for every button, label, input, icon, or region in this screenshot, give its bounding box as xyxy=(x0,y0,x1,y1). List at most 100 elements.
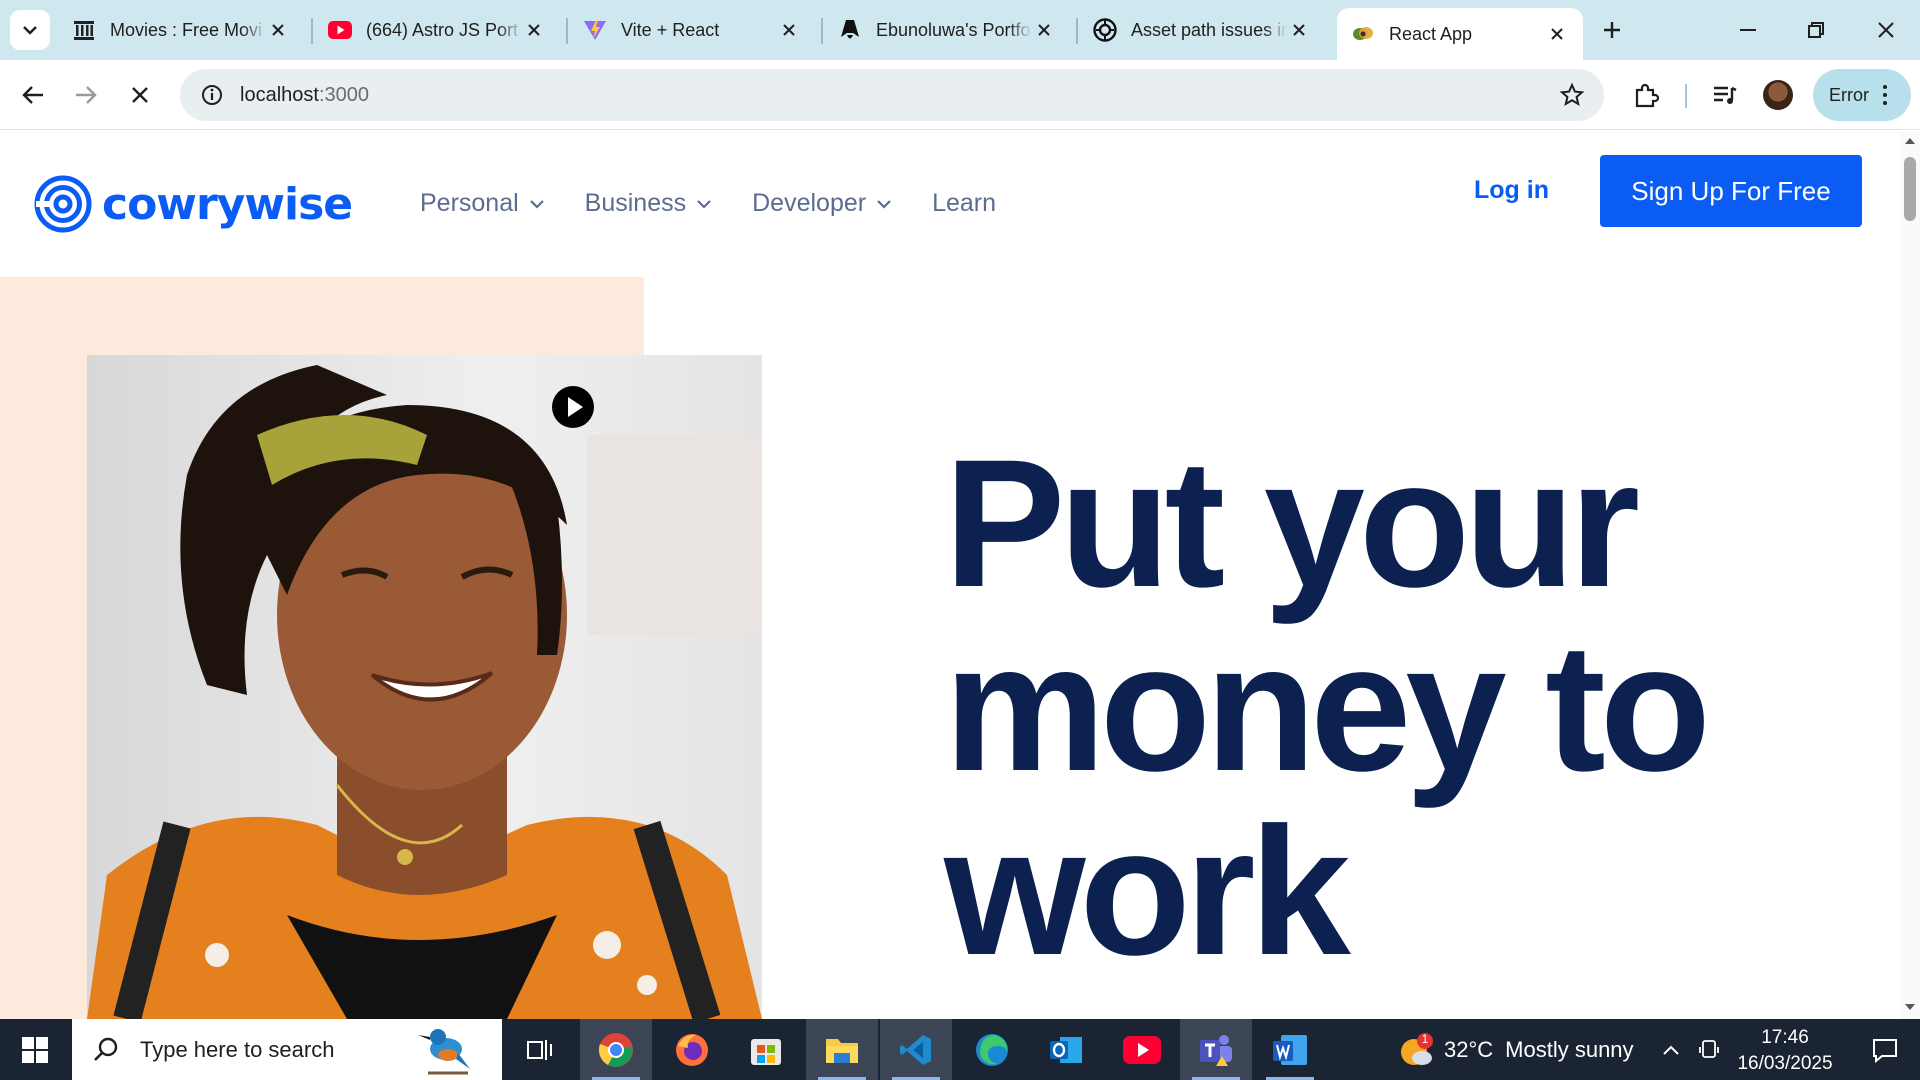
close-icon[interactable] xyxy=(1032,18,1056,42)
taskbar-vscode[interactable] xyxy=(880,1019,952,1080)
taskbar-file-explorer[interactable] xyxy=(806,1019,878,1080)
scroll-up-icon[interactable] xyxy=(1904,137,1916,145)
weather-badge: 1 xyxy=(1421,1031,1429,1046)
address-bar[interactable]: localhost:3000 xyxy=(180,69,1604,121)
tray-network-button[interactable] xyxy=(1694,1019,1724,1080)
more-vertical-icon xyxy=(1883,85,1889,105)
chevron-down-icon xyxy=(697,199,711,209)
site-header: cowrywise Personal Business Developer Le… xyxy=(0,131,1900,277)
signup-button[interactable]: Sign Up For Free xyxy=(1600,155,1862,227)
minimize-button[interactable] xyxy=(1720,8,1776,52)
login-link[interactable]: Log in xyxy=(1474,176,1549,205)
woman-portrait-illustration xyxy=(87,355,762,1019)
back-button[interactable] xyxy=(13,75,53,115)
kingfisher-bird-icon xyxy=(418,1029,470,1075)
nav-learn[interactable]: Learn xyxy=(932,189,996,218)
close-icon xyxy=(132,87,148,103)
chevron-down-icon xyxy=(877,199,891,209)
teams-icon xyxy=(1200,1034,1232,1066)
taskbar-clock[interactable]: 17:46 16/03/2025 xyxy=(1730,1025,1840,1077)
nav-developer[interactable]: Developer xyxy=(752,189,892,218)
arrow-right-icon xyxy=(76,86,97,104)
word-icon xyxy=(1273,1034,1307,1065)
tab-title: React App xyxy=(1389,23,1473,44)
firefox-icon xyxy=(676,1033,708,1066)
forward-button[interactable] xyxy=(66,75,106,115)
nav-business[interactable]: Business xyxy=(585,189,712,218)
url-host: localhost xyxy=(240,83,319,106)
hero-line-2: money to xyxy=(944,605,1711,809)
tab-portfolio[interactable]: Ebunoluwa's Portfo xyxy=(824,8,1070,52)
tab-separator xyxy=(566,18,568,44)
show-hidden-icons-button[interactable] xyxy=(1656,1019,1686,1080)
taskbar-outlook[interactable] xyxy=(1030,1019,1102,1080)
page-scrollbar[interactable] xyxy=(1900,131,1920,1019)
taskbar-microsoft-store[interactable] xyxy=(730,1019,802,1080)
taskbar-word[interactable] xyxy=(1254,1019,1326,1080)
weather-temp: 32°C xyxy=(1444,1036,1494,1062)
search-placeholder: Type here to search xyxy=(140,1036,335,1062)
outlook-icon xyxy=(1050,1036,1082,1063)
tab-title: Asset path issues in xyxy=(1131,19,1287,40)
browser-tab-strip: Movies : Free Movi (664) Astro JS Port V… xyxy=(0,0,1920,60)
taskbar-firefox[interactable] xyxy=(656,1019,728,1080)
tab-search-button[interactable] xyxy=(10,10,50,50)
extensions-button[interactable] xyxy=(1626,75,1666,115)
taskbar-search-box[interactable]: Type here to search xyxy=(72,1019,502,1080)
chrome-icon xyxy=(598,1032,633,1067)
file-explorer-icon xyxy=(826,1038,858,1063)
taskbar-youtube[interactable] xyxy=(1106,1019,1178,1080)
tab-astro-youtube[interactable]: (664) Astro JS Port xyxy=(314,8,560,52)
close-icon[interactable] xyxy=(522,18,546,42)
profile-avatar[interactable] xyxy=(1763,80,1793,110)
task-view-button[interactable] xyxy=(504,1019,576,1080)
browser-toolbar: localhost:3000 Error xyxy=(0,60,1920,130)
close-icon[interactable] xyxy=(1545,22,1569,46)
weather-widget[interactable]: 1 32°C Mostly sunny xyxy=(1398,1019,1634,1080)
play-icon[interactable] xyxy=(551,385,595,429)
notification-center-button[interactable] xyxy=(1850,1019,1920,1080)
main-nav: Personal Business Developer Learn xyxy=(420,189,1036,218)
minimize-icon xyxy=(1740,29,1756,31)
restore-button[interactable] xyxy=(1788,8,1844,52)
close-window-button[interactable] xyxy=(1858,8,1914,52)
scroll-down-icon[interactable] xyxy=(1904,1003,1916,1011)
hero-line-1: Put your xyxy=(944,421,1640,625)
media-controls-button[interactable] xyxy=(1705,75,1745,115)
tab-separator xyxy=(821,18,823,44)
clock-date: 16/03/2025 xyxy=(1737,1053,1833,1074)
clock-time: 17:46 xyxy=(1761,1027,1809,1048)
hero-line-3: work xyxy=(944,789,1351,993)
taskbar-chrome[interactable] xyxy=(580,1019,652,1080)
new-tab-button[interactable] xyxy=(1596,14,1628,46)
astro-icon xyxy=(838,18,862,42)
brand-name: cowrywise xyxy=(102,178,353,230)
bookmark-star-icon[interactable] xyxy=(1558,81,1586,109)
tab-vite-react[interactable]: Vite + React xyxy=(569,8,815,52)
cowrywise-logo[interactable]: cowrywise xyxy=(34,175,353,233)
tab-movies[interactable]: Movies : Free Movi xyxy=(58,8,304,52)
tab-title: Ebunoluwa's Portfo xyxy=(876,19,1031,40)
openai-icon xyxy=(1093,18,1117,42)
tab-asset-path-issues[interactable]: Asset path issues in xyxy=(1079,8,1325,52)
nav-label: Business xyxy=(584,189,687,217)
vite-icon xyxy=(583,18,607,42)
taskbar-edge[interactable] xyxy=(956,1019,1028,1080)
archive-icon xyxy=(72,18,96,42)
hero-heading: Put your money to work xyxy=(944,421,1711,993)
stop-loading-button[interactable] xyxy=(120,75,160,115)
close-icon[interactable] xyxy=(777,18,801,42)
nav-personal[interactable]: Personal xyxy=(420,189,545,218)
close-icon[interactable] xyxy=(266,18,290,42)
url-text: localhost:3000 xyxy=(240,84,369,107)
url-port: :3000 xyxy=(318,83,369,106)
hero-photo xyxy=(87,355,762,1019)
site-info-icon[interactable] xyxy=(186,69,238,121)
profile-error-button[interactable]: Error xyxy=(1813,69,1911,121)
tab-react-app[interactable]: React App xyxy=(1337,8,1583,60)
scrollbar-thumb[interactable] xyxy=(1904,157,1916,221)
taskbar-teams[interactable] xyxy=(1180,1019,1252,1080)
start-button[interactable] xyxy=(0,1019,70,1080)
close-icon xyxy=(1878,22,1894,38)
close-icon[interactable] xyxy=(1287,18,1311,42)
